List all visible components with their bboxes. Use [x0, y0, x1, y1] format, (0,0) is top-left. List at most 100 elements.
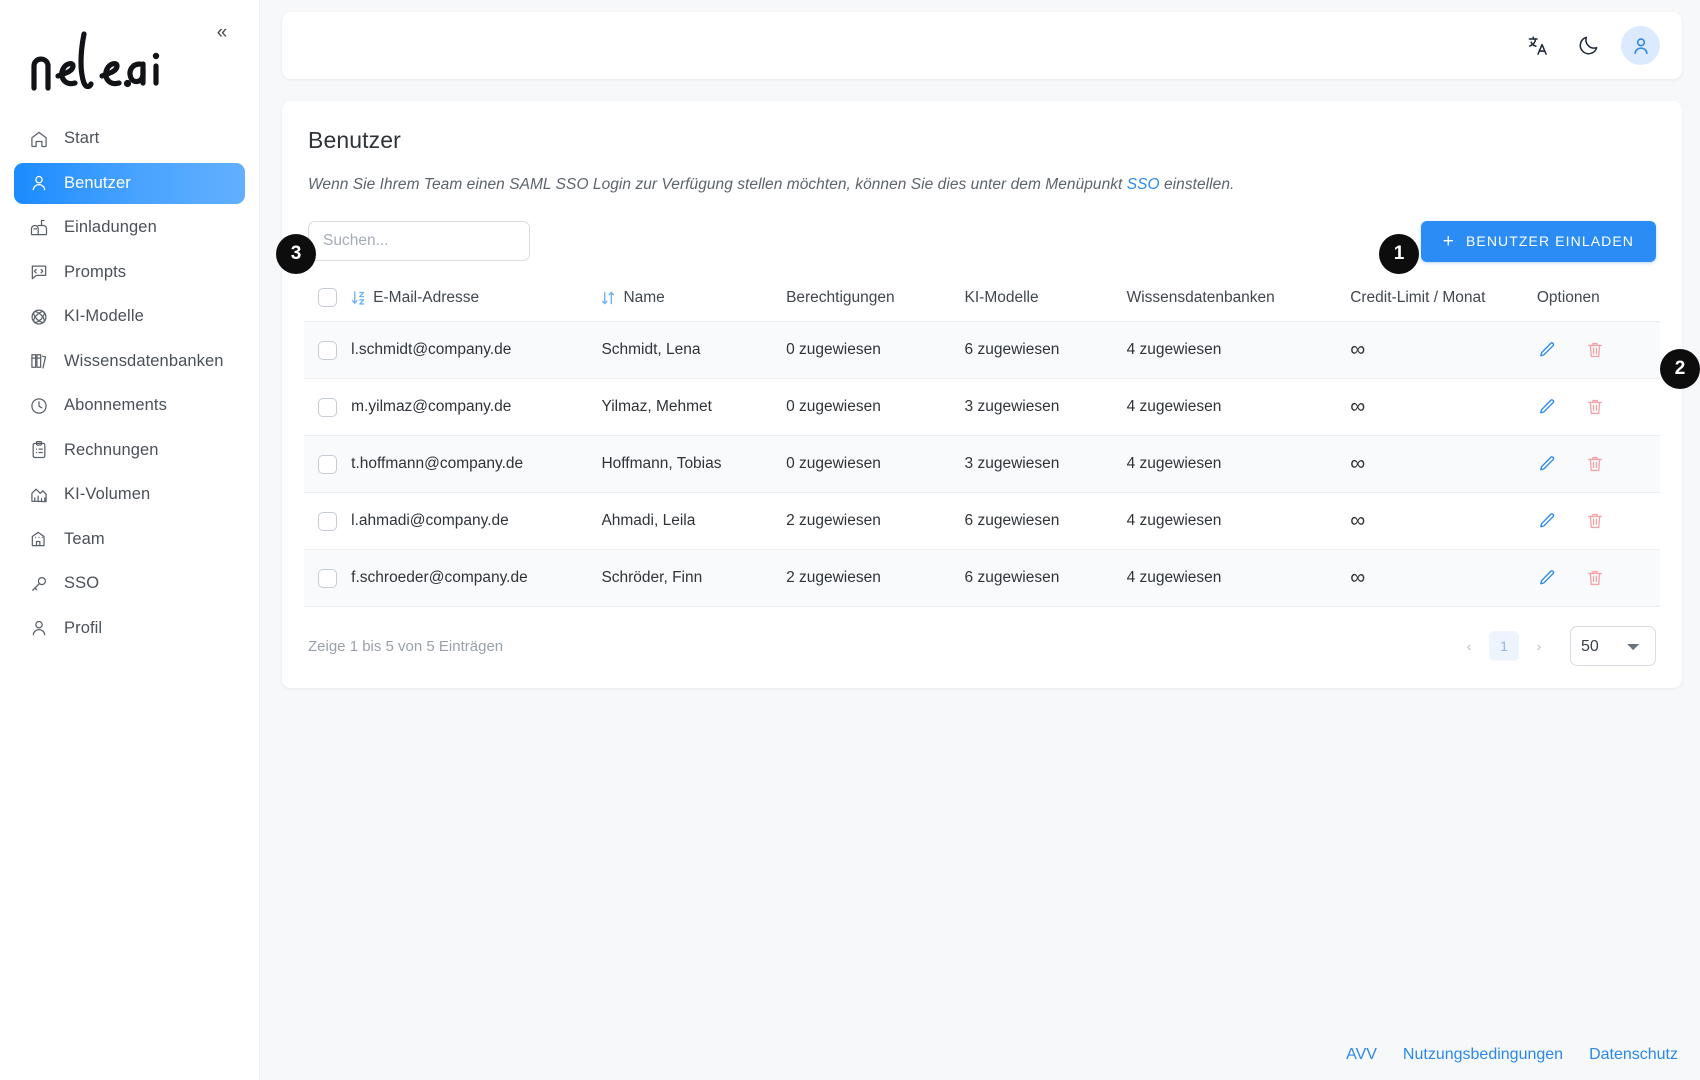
cell-permissions: 0 zugewiesen: [786, 378, 965, 436]
sidebar-item-label: Rechnungen: [64, 440, 159, 459]
cell-ai-models: 6 zugewiesen: [964, 321, 1127, 379]
select-all-checkbox[interactable]: [318, 288, 337, 307]
cell-email: t.hoffmann@company.de: [351, 435, 602, 493]
search-input[interactable]: [308, 221, 530, 261]
row-checkbox[interactable]: [318, 454, 337, 474]
cell-knowledgebases: 4 zugewiesen: [1126, 549, 1351, 607]
trash-icon: [1587, 570, 1602, 586]
sidebar-item-start[interactable]: Start: [14, 118, 245, 159]
footer-link-nutzungsbedingungen[interactable]: Nutzungsbedingungen: [1403, 1046, 1563, 1064]
users-table-body: l.schmidt@company.de Schmidt, Lena 0 zug…: [304, 321, 1660, 607]
sidebar-item-einladungen[interactable]: Einladungen: [14, 207, 245, 248]
sso-link[interactable]: SSO: [1127, 176, 1160, 193]
delete-user-button[interactable]: [1585, 340, 1605, 360]
sidebar-item-label: Benutzer: [64, 173, 131, 192]
sidebar-item-label: Prompts: [64, 262, 127, 281]
cell-knowledgebases: 4 zugewiesen: [1126, 378, 1351, 436]
cell-name: Yilmaz, Mehmet: [601, 378, 787, 436]
chevron-double-left-icon: «: [216, 22, 228, 43]
pagination-page-1[interactable]: 1: [1489, 631, 1519, 661]
column-email[interactable]: E-Mail-Adresse: [351, 276, 602, 322]
sidebar-item-ki-volumen[interactable]: KI-Volumen: [14, 474, 245, 515]
sidebar-item-rechnungen[interactable]: Rechnungen: [14, 430, 245, 471]
sidebar-item-team[interactable]: Team: [14, 519, 245, 560]
users-table-head: E-Mail-Adresse Name Berechtigungen KI-Mo…: [304, 276, 1660, 322]
sidebar-item-profil[interactable]: Profil: [14, 608, 245, 649]
sidebar-collapse-button[interactable]: «: [209, 20, 235, 46]
cell-permissions: 2 zugewiesen: [786, 549, 965, 607]
sidebar-item-label: Einladungen: [64, 218, 157, 236]
brand-logo[interactable]: [0, 0, 259, 118]
table-row[interactable]: t.hoffmann@company.de Hoffmann, Tobias 0…: [304, 435, 1660, 493]
column-name[interactable]: Name: [601, 276, 787, 322]
cell-ai-models: 6 zugewiesen: [964, 549, 1127, 607]
column-ai-models: KI-Modelle: [964, 276, 1127, 322]
row-checkbox[interactable]: [318, 568, 337, 588]
cell-options: [1536, 492, 1660, 550]
row-select-cell: [304, 492, 352, 550]
page-description: Wenn Sie Ihrem Team einen SAML SSO Login…: [304, 176, 1660, 194]
pagination-next-button[interactable]: ›: [1524, 631, 1554, 661]
sidebar-item-sso[interactable]: SSO: [14, 563, 245, 604]
footer-link-datenschutz[interactable]: Datenschutz: [1589, 1046, 1678, 1064]
home-icon: [28, 128, 49, 149]
table-row[interactable]: f.schroeder@company.de Schröder, Finn 2 …: [304, 549, 1660, 607]
delete-user-button[interactable]: [1585, 511, 1605, 531]
cell-email: l.schmidt@company.de: [351, 321, 602, 379]
language-switch-button[interactable]: [1521, 29, 1555, 63]
pagination-prev-button[interactable]: ‹: [1454, 631, 1484, 661]
cell-email: m.yilmaz@company.de: [351, 378, 602, 436]
sidebar-item-wissensdatenbanken[interactable]: Wissensdatenbanken: [14, 341, 245, 382]
callout-badge-1: 1: [1379, 234, 1419, 274]
delete-user-button[interactable]: [1585, 568, 1605, 588]
dark-mode-toggle[interactable]: [1571, 29, 1605, 63]
cell-options: [1536, 378, 1660, 436]
edit-user-button[interactable]: [1537, 511, 1557, 531]
table-row[interactable]: l.schmidt@company.de Schmidt, Lena 0 zug…: [304, 321, 1660, 379]
plus-icon: +: [1442, 230, 1455, 252]
edit-user-button[interactable]: [1537, 568, 1557, 588]
table-row[interactable]: l.ahmadi@company.de Ahmadi, Leila 2 zuge…: [304, 492, 1660, 550]
cell-credit-limit: ∞: [1350, 321, 1537, 379]
cell-knowledgebases: 4 zugewiesen: [1126, 435, 1351, 493]
sidebar-item-abonnements[interactable]: Abonnements: [14, 385, 245, 426]
row-checkbox[interactable]: [318, 397, 337, 417]
cell-name: Ahmadi, Leila: [601, 492, 787, 550]
table-row[interactable]: m.yilmaz@company.de Yilmaz, Mehmet 0 zug…: [304, 378, 1660, 436]
edit-user-button[interactable]: [1537, 454, 1557, 474]
sidebar-item-label: SSO: [64, 574, 100, 592]
prompt-icon: [28, 262, 49, 283]
table-toolbar: + BENUTZER EINLADEN: [304, 220, 1660, 262]
per-page-select[interactable]: 10 25 50 100: [1570, 626, 1656, 666]
table-footer: Zeige 1 bis 5 von 5 Einträgen ‹ 1 › 10 2…: [304, 607, 1660, 688]
delete-user-button[interactable]: [1585, 454, 1605, 474]
cell-email: f.schroeder@company.de: [351, 549, 602, 607]
footer-link-avv[interactable]: AVV: [1346, 1046, 1377, 1064]
edit-user-button[interactable]: [1537, 397, 1557, 417]
cell-knowledgebases: 4 zugewiesen: [1126, 492, 1351, 550]
trash-icon: [1587, 456, 1602, 472]
sidebar-item-benutzer[interactable]: Benutzer: [14, 162, 245, 204]
page-footer: AVV Nutzungsbedingungen Datenschutz: [1346, 1046, 1678, 1064]
users-table: E-Mail-Adresse Name Berechtigungen KI-Mo…: [304, 276, 1660, 607]
invite-user-button[interactable]: + BENUTZER EINLADEN: [1420, 220, 1656, 262]
cell-permissions: 0 zugewiesen: [786, 435, 965, 493]
description-text-before: Wenn Sie Ihrem Team einen SAML SSO Login…: [308, 176, 1127, 193]
main-content: 3 1 2 Benutzer Wenn Sie Ihrem Team einen…: [260, 0, 1700, 1080]
avatar[interactable]: [1621, 26, 1660, 65]
atom-icon: [28, 306, 49, 327]
sidebar-item-label: KI-Volumen: [64, 485, 151, 503]
column-credit-limit: Credit-Limit / Monat: [1350, 276, 1537, 322]
cell-permissions: 2 zugewiesen: [786, 492, 965, 550]
sidebar-item-prompts[interactable]: Prompts: [14, 252, 245, 293]
sidebar-item-ki-modelle[interactable]: KI-Modelle: [14, 296, 245, 337]
delete-user-button[interactable]: [1585, 397, 1605, 417]
sidebar-item-label: Team: [64, 529, 105, 548]
row-checkbox[interactable]: [318, 511, 337, 531]
edit-user-button[interactable]: [1537, 340, 1557, 360]
trash-icon: [1587, 399, 1602, 415]
translate-icon: [1528, 36, 1547, 55]
invite-user-label: BENUTZER EINLADEN: [1465, 233, 1634, 249]
row-checkbox[interactable]: [318, 340, 337, 360]
cell-credit-limit: ∞: [1350, 492, 1537, 550]
